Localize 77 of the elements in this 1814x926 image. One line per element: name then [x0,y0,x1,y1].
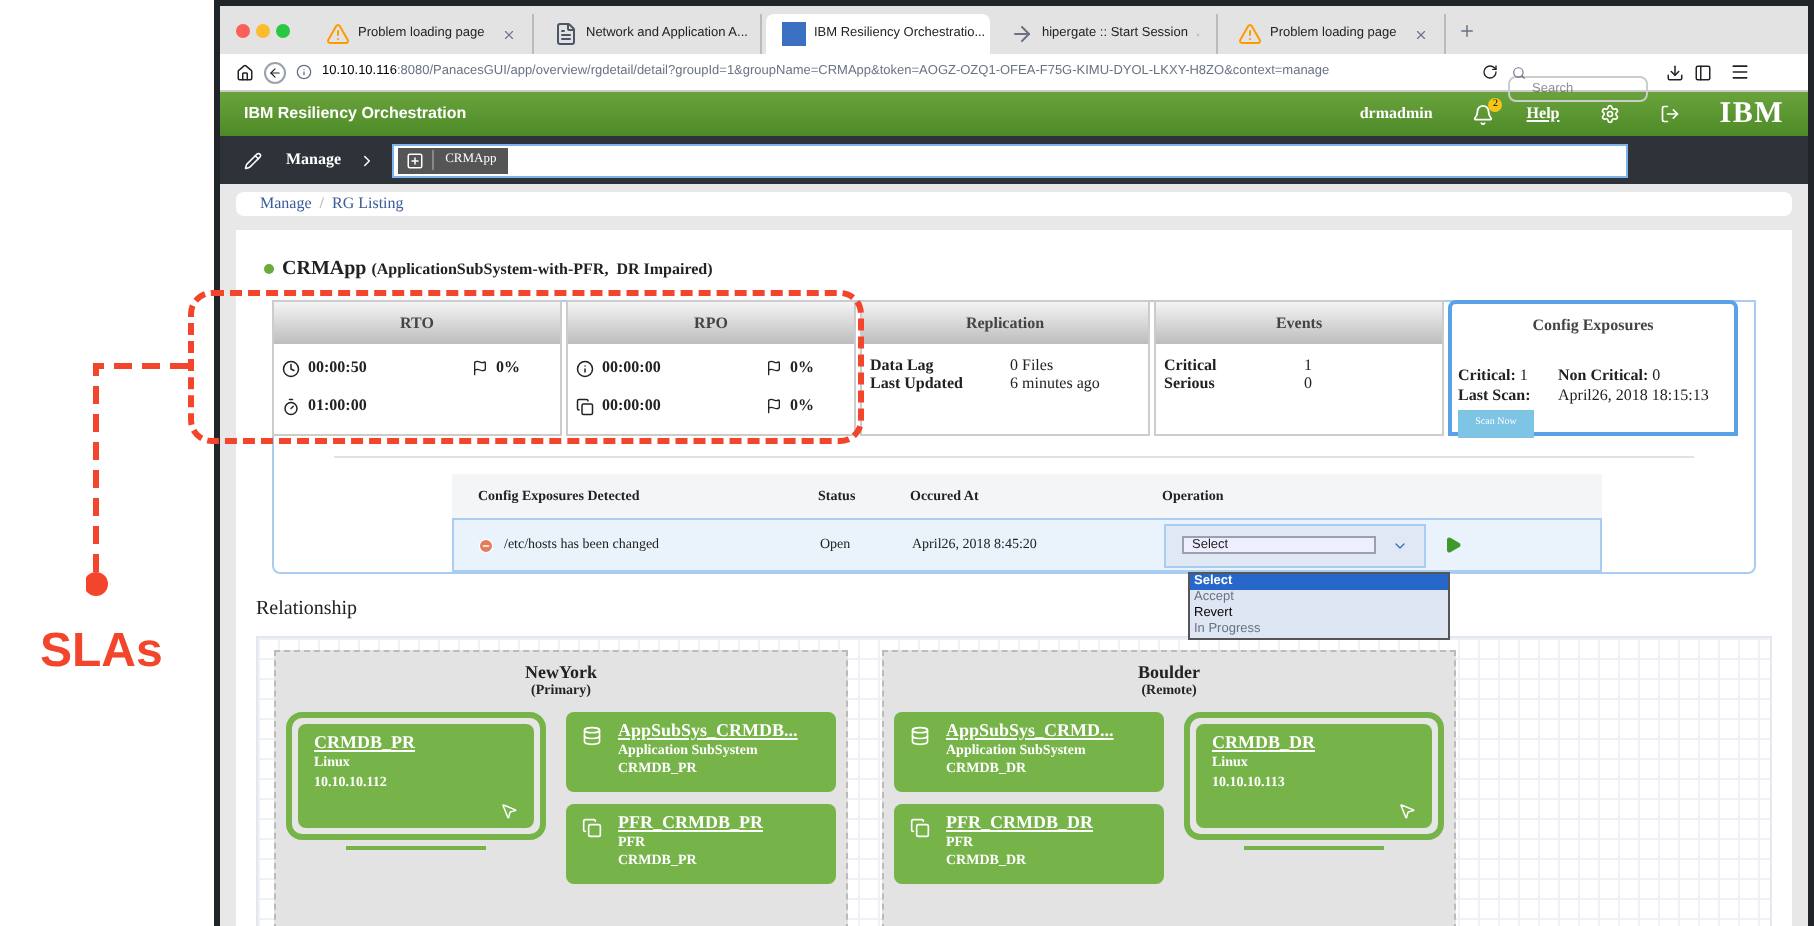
new-tab-icon[interactable] [1458,21,1476,39]
copy-icon [910,818,930,838]
site-name: Boulder [1137,662,1200,682]
breadcrumb-link[interactable]: Manage [260,192,312,216]
manage-label[interactable]: Manage [286,148,342,172]
copy-icon [582,818,602,838]
sla-value: 00:00:50 [308,356,367,380]
card-header: RPO [568,302,854,344]
card-header: Events [1156,302,1442,344]
summary-card[interactable]: Events Critical 1 Serious 0 [1154,300,1444,436]
reload-icon[interactable] [1482,64,1498,80]
search-icon [1512,65,1526,79]
database-icon [910,726,930,746]
info-icon [576,359,594,377]
timer-icon [282,397,300,415]
ibm-logo: IBM [1719,95,1784,134]
scan-time: April26, 2018 18:15:13 [1558,386,1709,406]
logout-icon[interactable] [1659,104,1680,124]
metric-value: 1 [1304,356,1312,374]
run-icon[interactable] [1444,536,1462,554]
sla-value: 00:00:00 [602,394,661,418]
metric-label: Serious [1164,374,1217,392]
cursor-icon [500,802,518,820]
sla-value: 01:00:00 [308,394,367,418]
scan-label: Last Scan: [1458,386,1533,406]
metric-value: 0 [1304,374,1312,392]
summary-card[interactable]: RTO 00:00:50 0% 01:00:00 [272,300,562,436]
metric-label: Data Lag [870,356,936,374]
metric-label: Last Updated [870,374,965,392]
app-title: IBM Resiliency Orchestration [244,102,469,126]
breadcrumb-separator: / [319,192,324,216]
database-icon [582,726,602,746]
sla-percent: 0% [790,356,814,380]
card-header: RTO [274,302,560,344]
sla-percent: 0% [790,394,814,418]
remove-icon [478,537,494,553]
noncritical-count: Non Critical: 0 [1558,366,1661,386]
site-name: NewYork [525,662,597,682]
home-icon[interactable] [236,63,254,81]
summary-card[interactable]: RPO 00:00:00 0% 00:00:00 0% [566,300,856,436]
warning-icon [1238,22,1262,46]
sla-value: 00:00:00 [602,356,661,380]
cursor-icon [1398,802,1416,820]
section-title: Relationship [256,596,358,624]
settings-icon[interactable] [1599,104,1620,124]
metric-value: 0 Files [1010,356,1054,374]
arrow-icon [1010,22,1034,46]
close-icon[interactable] [502,27,516,41]
pencil-icon[interactable] [244,151,262,169]
flag-icon [766,398,782,414]
sla-percent: 0% [496,356,520,380]
metric-value: 6 minutes ago [1010,374,1100,392]
help-link[interactable]: Help [1526,102,1560,126]
annotation-label: SLAs [40,622,163,682]
document-icon [554,22,578,46]
card-header: Replication [862,302,1148,344]
critical-count: Critical: 1 [1458,366,1530,386]
flag-icon [766,360,782,376]
username[interactable]: drmadmin [1359,102,1433,126]
group-title: CRMApp (ApplicationSubSystem-with-PFR, DR Impaired) [282,256,713,284]
flag-icon [472,360,488,376]
back-icon[interactable] [264,61,286,83]
info-icon[interactable] [296,64,312,80]
clock-icon [282,359,300,377]
expand-icon[interactable] [405,151,424,169]
breadcrumb-link[interactable]: RG Listing [332,192,404,216]
metric-label: Critical [1164,356,1219,374]
close-icon[interactable] [1414,27,1428,41]
menu-icon[interactable] [1730,62,1750,82]
copy-icon [576,397,594,415]
app-icon [782,22,806,46]
summary-card[interactable]: Replication Data Lag 0 Files Last Updated 6 minutes ago [860,300,1150,436]
download-icon[interactable] [1666,63,1684,81]
bell-icon[interactable] [1472,103,1495,125]
sidebar-icon[interactable] [1694,63,1712,81]
card-header: Config Exposures [1530,313,1656,338]
warning-icon [326,22,350,46]
